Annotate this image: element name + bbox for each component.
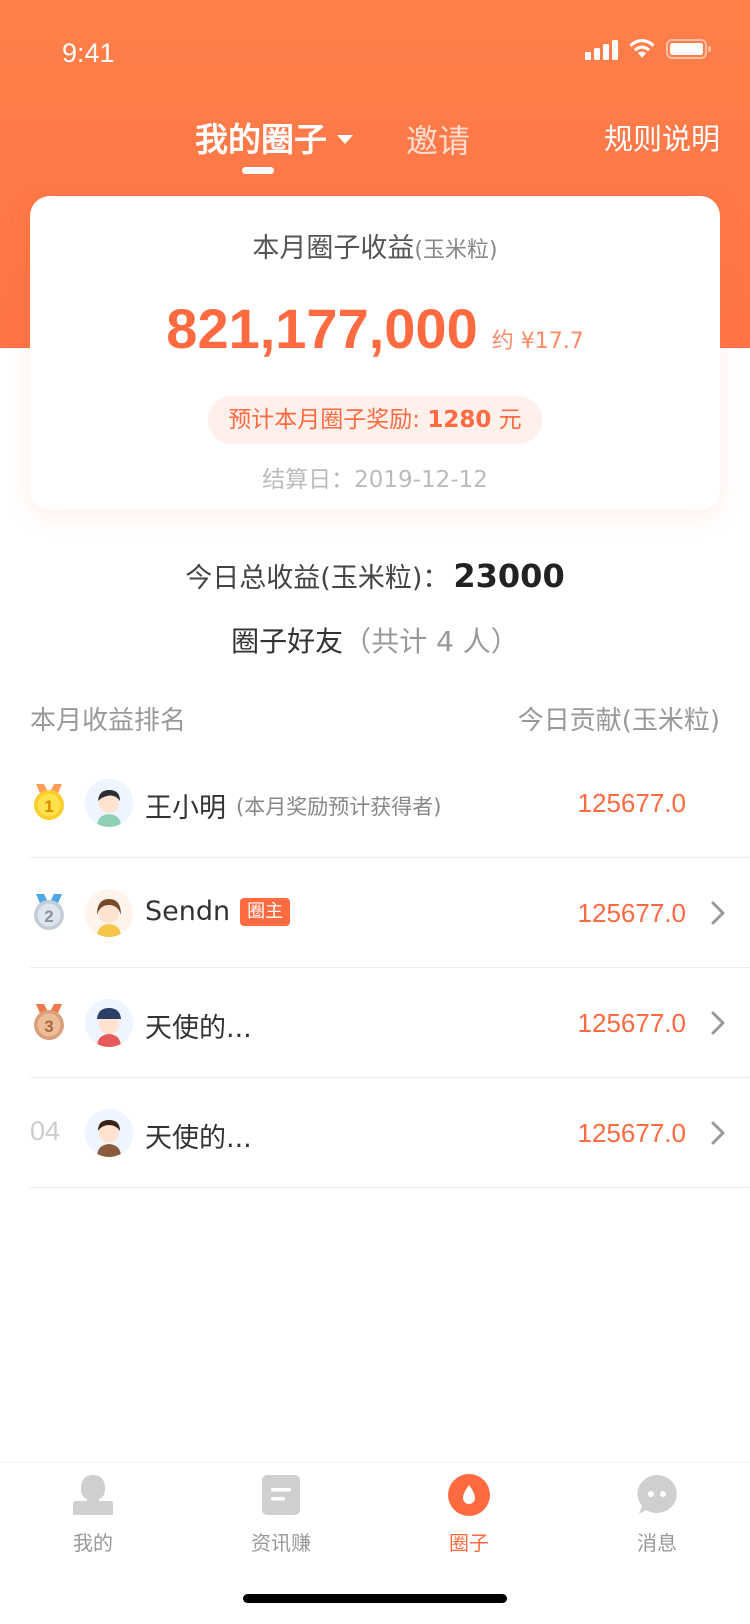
avatar[interactable] [85,889,133,937]
caret-down-icon [337,134,353,144]
today-total-label: 今日总收益(玉米粒)： [185,563,450,594]
ranking-row[interactable]: 3 天使的... 125677.0 [30,968,750,1078]
chevron-right-icon[interactable] [710,1010,726,1036]
chevron-right-icon[interactable] [710,1120,726,1146]
avatar[interactable] [85,999,133,1047]
card-title: 本月圈子收益(玉米粒) [30,226,720,265]
tab-mine-label: 我的 [73,1531,113,1555]
reward-pill: 预计本月圈子奖励: 1280 元 [208,396,542,444]
bronze-medal-icon: 3 [34,1004,64,1040]
today-total: 今日总收益(玉米粒)： 23000 [0,556,750,595]
member-name: 天使的... [145,1116,252,1155]
rank-number: 04 [30,1116,61,1146]
ranking-row: 1 王小明 (本月奖励预计获得者) 125677.0 [30,748,750,858]
monthly-amount: 821,177,000 [166,297,478,360]
status-icons [585,38,712,60]
ranking-list: 1 王小明 (本月奖励预计获得者) 125677.0 2 Sendn 圈主 12… [0,748,750,1188]
circle-drop-icon [448,1474,490,1516]
card-title-text: 本月圈子收益 [252,233,415,264]
reward-value: 1280 [427,407,492,433]
tab-messages[interactable]: 消息 [582,1473,732,1556]
status-bar: 9:41 [0,0,750,100]
medal-rank: 2 [44,907,53,926]
contribution-value: 125677.0 [577,1008,686,1038]
chat-icon [637,1475,677,1514]
member-name-text: 天使的... [145,1123,252,1154]
home-indicator [243,1594,507,1603]
person-icon [73,1475,113,1515]
member-name: 王小明 (本月奖励预计获得者) [145,786,441,825]
tab-my-circle[interactable]: 我的圈子 [195,113,353,161]
list-header-left: 本月收益排名 [30,706,187,736]
status-time: 9:41 [62,38,115,68]
member-name-text: 天使的... [145,1013,252,1044]
contribution-value: 125677.0 [577,788,686,818]
tab-my-circle-label: 我的圈子 [195,120,327,159]
medal-rank: 1 [44,797,53,816]
reward-suffix: 元 [491,407,522,433]
friends-title: 圈子好友（共计 4 人） [0,620,750,660]
reward-prefix: 预计本月圈子奖励: [228,407,428,433]
member-name-text: Sendn [145,896,231,927]
silver-medal-icon: 2 [34,894,64,930]
tab-circle-label: 圈子 [449,1531,489,1555]
tab-news-earn-label: 资讯赚 [251,1531,311,1555]
member-name-text: 王小明 [145,793,226,824]
settlement-date: 结算日：2019-12-12 [262,467,488,493]
contribution-value: 125677.0 [577,1118,686,1148]
top-nav: 我的圈子 邀请 规则说明 [0,108,750,188]
friends-title-text: 圈子好友 [231,625,344,658]
news-icon [262,1475,300,1515]
circle-owner-badge: 圈主 [240,897,291,926]
wifi-icon [628,38,656,60]
member-note: (本月奖励预计获得者) [236,794,442,819]
earnings-card: 本月圈子收益(玉米粒) 821,177,000 约 ¥17.7 预计本月圈子奖励… [30,196,720,510]
friends-count: （共计 4 人） [343,625,519,658]
amount-approx: 约 ¥17.7 [491,329,584,354]
tab-invite[interactable]: 邀请 [406,116,470,162]
ranking-row[interactable]: 2 Sendn 圈主 125677.0 [30,858,750,968]
list-header-right: 今日贡献(玉米粒) [517,706,720,736]
battery-icon [666,38,712,60]
tab-messages-label: 消息 [637,1531,677,1555]
avatar[interactable] [85,779,133,827]
gold-medal-icon: 1 [34,784,64,820]
contribution-value: 125677.0 [577,898,686,928]
rules-link[interactable]: 规则说明 [604,116,720,158]
tab-circle[interactable]: 圈子 [394,1473,544,1556]
medal-rank: 3 [44,1017,53,1036]
tab-mine[interactable]: 我的 [18,1473,168,1556]
tab-news-earn[interactable]: 资讯赚 [206,1473,356,1556]
chevron-right-icon[interactable] [710,900,726,926]
avatar[interactable] [85,1109,133,1157]
card-title-unit: (玉米粒) [414,238,498,263]
today-total-value: 23000 [453,557,565,595]
active-tab-indicator [242,167,274,174]
signal-icon [585,38,618,60]
ranking-row[interactable]: 04 天使的... 125677.0 [30,1078,750,1188]
amount-row: 821,177,000 约 ¥17.7 [30,296,720,361]
list-header: 本月收益排名 今日贡献(玉米粒) [30,700,720,740]
member-name: 天使的... [145,1006,252,1045]
member-name: Sendn 圈主 [145,896,291,927]
